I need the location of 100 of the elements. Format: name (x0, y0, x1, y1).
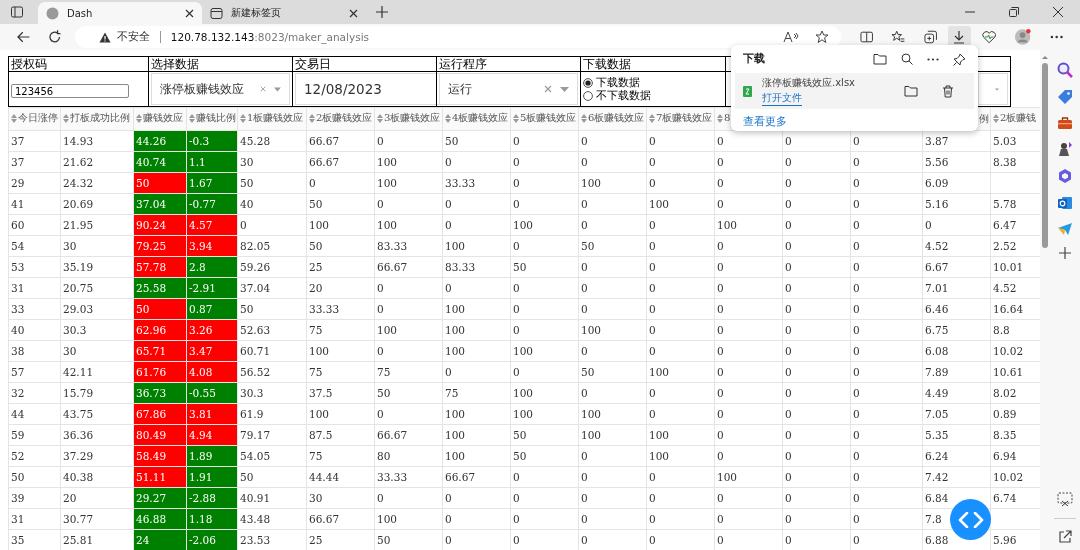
menu-icon[interactable] (1049, 35, 1063, 39)
chess-piece-icon[interactable] (1057, 141, 1073, 157)
input-field[interactable]: 123456 (11, 84, 129, 98)
star-icon[interactable] (814, 30, 829, 44)
mail-icon[interactable] (1057, 195, 1073, 211)
table-cell: 6.75 (922, 319, 991, 340)
table-cell: 0 (850, 172, 923, 193)
browser-tab[interactable]: Dash (38, 2, 202, 24)
download-icon (953, 30, 966, 44)
more-icon[interactable] (927, 57, 939, 61)
table-cell: 21.62 (60, 151, 134, 172)
table-cell: 54 (8, 235, 61, 256)
back-icon[interactable] (17, 30, 31, 44)
column-header[interactable]: 例 (979, 112, 989, 124)
table-cell: 100 (646, 361, 715, 382)
heartbeat-icon[interactable] (981, 30, 997, 44)
downloads-button[interactable] (948, 26, 971, 48)
scrollbar-thumb[interactable] (1042, 63, 1048, 248)
see-more-link[interactable]: 查看更多 (743, 115, 787, 129)
radio-icon[interactable] (583, 90, 593, 101)
table-cell: 54.05 (237, 445, 307, 466)
table-cell: 0 (782, 466, 851, 487)
toolbox-icon[interactable] (1057, 116, 1073, 130)
reload-icon[interactable] (48, 30, 62, 44)
pin-icon[interactable] (953, 52, 966, 66)
table-cell: 0 (782, 277, 851, 298)
table-cell: 80 (374, 445, 443, 466)
table-cell: 0 (782, 235, 851, 256)
site-icon (46, 6, 59, 20)
hexagon-icon[interactable] (1057, 168, 1073, 184)
table-cell: 100 (510, 382, 579, 403)
table-cell: 30.77 (60, 508, 134, 529)
column-header[interactable]: 8 (717, 108, 731, 128)
trash-icon[interactable] (942, 84, 954, 98)
table-cell: 44 (8, 403, 61, 424)
table-cell: 20 (306, 277, 375, 298)
tag-icon[interactable] (1057, 89, 1073, 105)
table-cell: 0 (782, 445, 851, 466)
table-cell: 100 (442, 424, 511, 445)
table-cell: 100 (442, 445, 511, 466)
table-cell: 59.26 (237, 256, 307, 277)
table-cell: 7.05 (922, 403, 991, 424)
read-aloud-icon[interactable] (782, 31, 799, 43)
table-cell: 0 (374, 130, 443, 151)
search-icon[interactable] (901, 53, 913, 65)
avatar-icon[interactable] (1014, 28, 1032, 46)
table-cell: 60.71 (237, 340, 307, 361)
table-cell: 29.03 (60, 298, 134, 319)
table-cell: 0 (782, 361, 851, 382)
split-screen-icon[interactable] (859, 30, 874, 44)
radio-label[interactable]: 不下载数据 (596, 89, 651, 102)
external-link-icon[interactable] (1058, 530, 1072, 544)
field-label: 交易日 (295, 57, 331, 71)
favorites-icon[interactable] (891, 30, 906, 44)
address-bar[interactable]: 不安全 120.78.132.143:8023/maker_analysis (74, 26, 841, 48)
table-cell: 0 (782, 424, 851, 445)
tab-actions-icon[interactable] (10, 5, 24, 19)
close-icon[interactable] (185, 8, 194, 18)
folder-icon[interactable] (873, 53, 887, 65)
collections-icon[interactable] (923, 30, 937, 44)
table-cell: 20.75 (60, 277, 134, 298)
table-cell: 50 (510, 424, 579, 445)
dropdown[interactable]: 涨停板赚钱效应 (151, 73, 290, 105)
dropdown[interactable]: 运行 (439, 73, 578, 105)
table-cell: 0 (306, 172, 375, 193)
table-cell: 7.89 (922, 361, 991, 382)
new-tab-icon[interactable] (376, 6, 388, 18)
url-text: 120.78.132.143:8023/maker_analysis (170, 31, 370, 43)
table-cell: 75 (306, 361, 375, 382)
table-cell: 100 (374, 319, 443, 340)
table-cell: 0 (510, 130, 579, 151)
table-cell: 100 (578, 172, 647, 193)
radio-checked-icon[interactable] (583, 77, 593, 88)
paper-plane-icon[interactable] (1057, 222, 1073, 236)
table-cell: 0 (578, 445, 647, 466)
table-cell: 56.52 (237, 361, 307, 382)
folder-icon[interactable] (904, 85, 918, 97)
radio-label[interactable]: 下载数据 (596, 76, 640, 89)
maximize-icon[interactable] (1009, 7, 1019, 17)
table-cell: 100 (306, 340, 375, 361)
table-cell: 100 (442, 403, 511, 424)
table-cell: 0 (510, 529, 579, 550)
table-cell: 44.44 (306, 466, 375, 487)
search-icon[interactable] (1057, 62, 1073, 78)
table-cell: 50 (8, 466, 61, 487)
clear-icon[interactable] (544, 85, 552, 93)
close-icon[interactable] (349, 8, 358, 18)
browser-tab[interactable]: 新建标签页 (202, 2, 366, 24)
table-cell: 40.91 (237, 487, 307, 508)
table-cell: 0 (646, 256, 715, 277)
close-icon[interactable] (1053, 7, 1063, 17)
table-cell: 0 (646, 235, 715, 256)
screenshot-icon[interactable] (1057, 492, 1073, 507)
open-file-link[interactable]: 打开文件 (762, 91, 802, 106)
add-icon[interactable] (1059, 247, 1071, 259)
table-cell: 7.42 (922, 466, 991, 487)
table-cell: 100 (646, 424, 715, 445)
spreadsheet-icon (743, 85, 752, 97)
sort-icon (649, 113, 655, 123)
table-cell: 66.67 (306, 151, 375, 172)
